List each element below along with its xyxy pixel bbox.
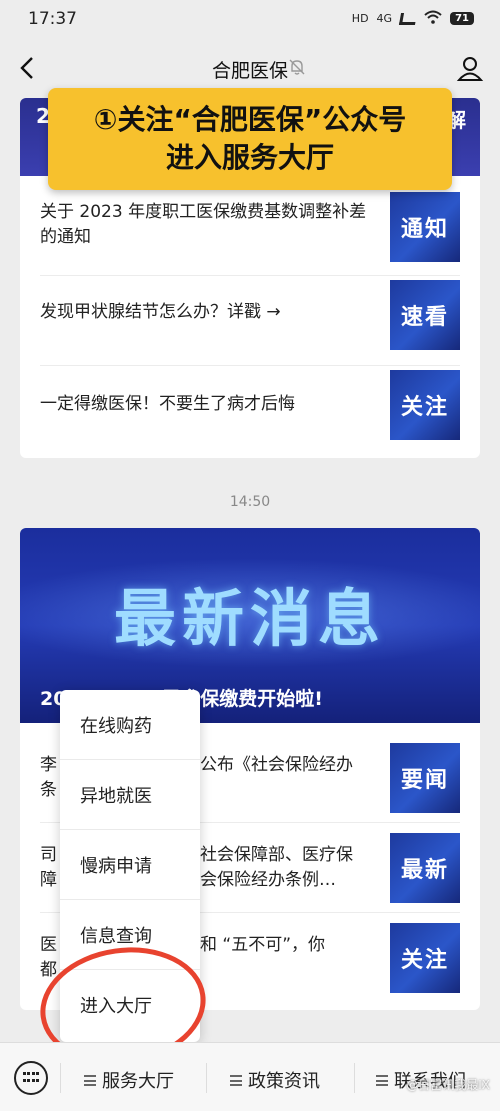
list-item-thumbnail: 关注 bbox=[390, 923, 460, 993]
list-item-title-suffix: 和 “五不可”，你 bbox=[200, 935, 326, 955]
list-item[interactable]: 一定得缴医保！不要生了病才后悔 关注 bbox=[40, 366, 460, 456]
menu-item-online-pharmacy[interactable]: 在线购药 bbox=[60, 690, 200, 760]
status-bar: 17:37 HD 4G 71 bbox=[0, 0, 500, 40]
divider bbox=[354, 1063, 355, 1093]
instruction-overlay: ①关注“合肥医保”公众号 进入服务大厅 bbox=[48, 88, 452, 190]
status-time: 17:37 bbox=[28, 9, 77, 29]
list-item-title-line2-suffix: 会保险经办条例… bbox=[200, 870, 336, 890]
wifi-icon bbox=[424, 10, 442, 27]
menu-item-remote-treatment[interactable]: 异地就医 bbox=[60, 760, 200, 830]
list-item-thumbnail: 速看 bbox=[390, 280, 460, 350]
tab-service-hall[interactable]: 服务大厅 bbox=[84, 1067, 174, 1093]
status-icons: HD 4G 71 bbox=[352, 10, 474, 27]
profile-button[interactable] bbox=[456, 54, 484, 82]
menu-lines-icon bbox=[84, 1074, 96, 1086]
signal-icon bbox=[399, 12, 418, 25]
list-item-title-suffix: 公布《社会保险经办 bbox=[200, 755, 353, 775]
keyboard-toggle-button[interactable] bbox=[14, 1061, 48, 1095]
list-item-title: 关于 2023 年度职工医保缴费基数调整补差的通知 bbox=[40, 202, 367, 247]
mute-bell-icon bbox=[288, 58, 306, 76]
list-item-title: 发现甲状腺结节怎么办？详戳 → bbox=[40, 302, 281, 322]
message-timestamp: 14:50 bbox=[229, 494, 271, 510]
tab-policy-news[interactable]: 政策资讯 bbox=[230, 1067, 320, 1093]
list-item-thumbnail: 关注 bbox=[390, 370, 460, 440]
hd-icon: HD bbox=[351, 12, 369, 25]
menu-lines-icon bbox=[230, 1074, 242, 1086]
network-label: 4G bbox=[376, 12, 393, 25]
tab-label: 政策资讯 bbox=[248, 1071, 320, 1092]
battery-icon: 71 bbox=[450, 12, 474, 25]
bottom-menu-bar: 服务大厅 政策资讯 联系我们 @日富讯我最IX bbox=[0, 1042, 500, 1111]
divider bbox=[60, 1063, 61, 1093]
tab-label: 服务大厅 bbox=[102, 1071, 174, 1092]
list-item-title: 一定得缴医保！不要生了病才后悔 bbox=[40, 394, 295, 414]
banner-headline: 最新消息 bbox=[113, 582, 386, 655]
list-item-thumbnail: 要闻 bbox=[390, 743, 460, 813]
list-item[interactable]: 发现甲状腺结节怎么办？详戳 → 速看 bbox=[40, 276, 460, 366]
list-item-thumbnail: 最新 bbox=[390, 833, 460, 903]
instruction-line-1: ①关注“合肥医保”公众号 bbox=[93, 103, 407, 136]
list-item[interactable]: 关于 2023 年度职工医保缴费基数调整补差的通知 通知 bbox=[40, 186, 460, 276]
menu-item-chronic-disease[interactable]: 慢病申请 bbox=[60, 830, 200, 900]
watermark: @日富讯我最IX bbox=[406, 1078, 490, 1092]
person-icon bbox=[456, 57, 484, 81]
instruction-line-2: 进入服务大厅 bbox=[165, 141, 334, 174]
nav-title: 合肥医保 bbox=[211, 60, 288, 82]
keyboard-icon bbox=[23, 1072, 39, 1084]
divider bbox=[206, 1063, 207, 1093]
menu-lines-icon bbox=[376, 1074, 388, 1086]
list-item-title-suffix: 社会保障部、医疗保 bbox=[200, 845, 353, 865]
list-item-thumbnail: 通知 bbox=[390, 192, 460, 262]
